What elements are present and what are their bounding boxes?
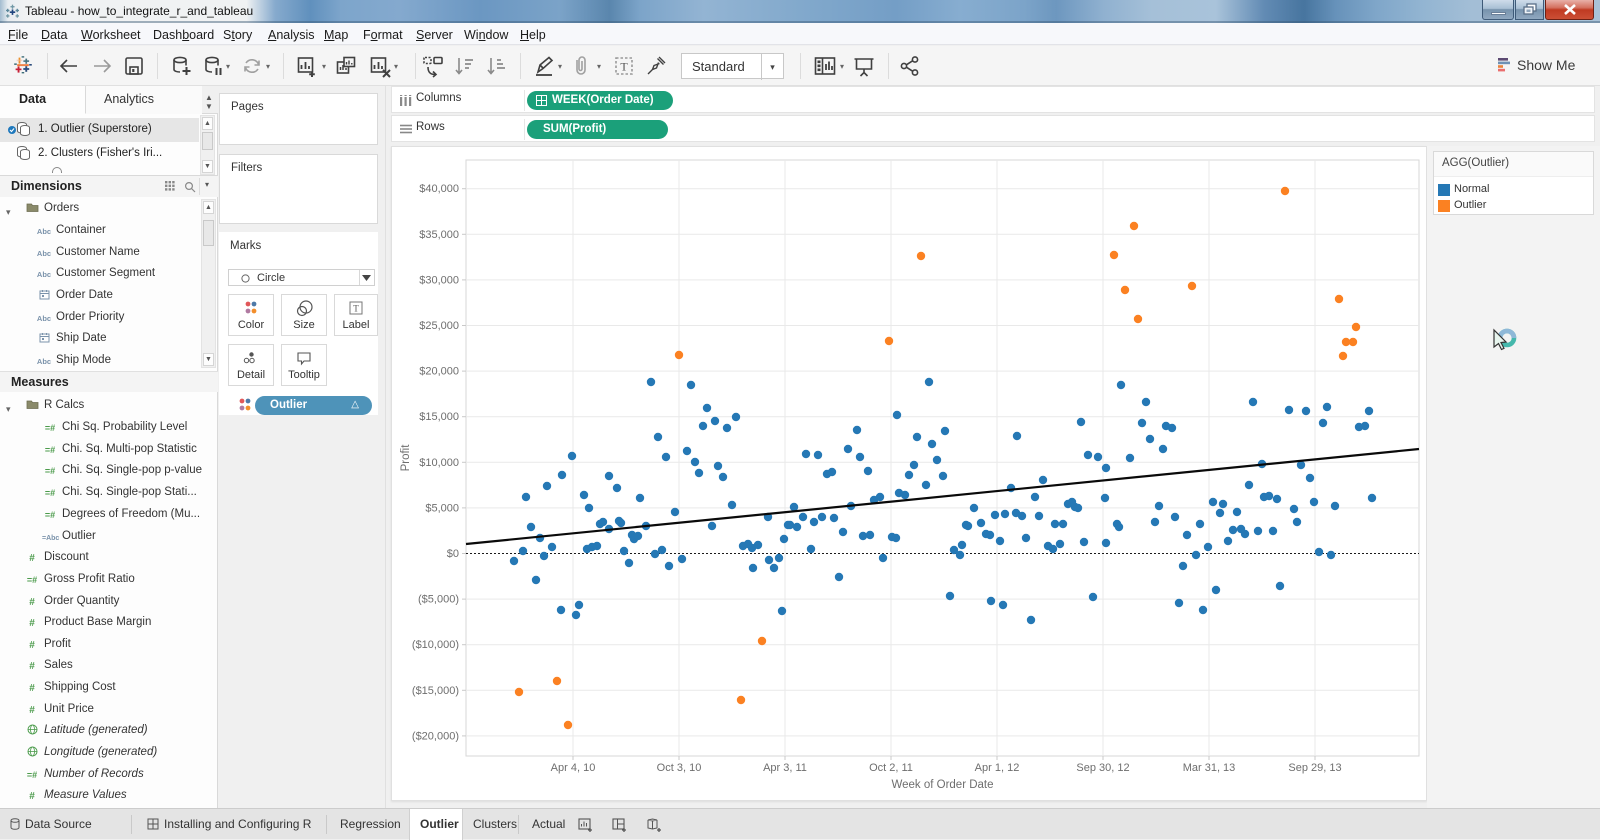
svg-text:T: T	[353, 304, 359, 314]
svg-text:$25,000: $25,000	[419, 320, 459, 332]
svg-text:($20,000): ($20,000)	[412, 730, 459, 742]
svg-text:Mar 31, 13: Mar 31, 13	[1183, 762, 1236, 774]
svg-text:$40,000: $40,000	[419, 183, 459, 195]
svg-text:$35,000: $35,000	[419, 229, 459, 241]
svg-text:Apr 1, 12: Apr 1, 12	[975, 762, 1020, 774]
svg-text:$15,000: $15,000	[419, 411, 459, 423]
svg-text:Week of Order Date: Week of Order Date	[891, 779, 993, 791]
svg-text:Oct 2, 11: Oct 2, 11	[869, 762, 913, 774]
svg-text:Oct 3, 10: Oct 3, 10	[657, 762, 702, 774]
svg-text:Apr 3, 11: Apr 3, 11	[763, 762, 807, 774]
svg-text:$20,000: $20,000	[419, 366, 459, 378]
svg-text:($15,000): ($15,000)	[412, 685, 459, 697]
svg-text:Sep 30, 12: Sep 30, 12	[1076, 762, 1129, 774]
svg-text:$0: $0	[447, 548, 459, 560]
svg-text:($5,000): ($5,000)	[418, 594, 459, 606]
svg-text:($10,000): ($10,000)	[412, 639, 459, 651]
svg-text:$10,000: $10,000	[419, 457, 459, 469]
svg-text:Profit: Profit	[400, 444, 412, 472]
svg-text:$5,000: $5,000	[425, 502, 459, 514]
svg-text:T: T	[620, 60, 628, 74]
svg-text:Sep 29, 13: Sep 29, 13	[1288, 762, 1341, 774]
svg-text:$30,000: $30,000	[419, 274, 459, 286]
svg-text:Apr 4, 10: Apr 4, 10	[551, 762, 596, 774]
